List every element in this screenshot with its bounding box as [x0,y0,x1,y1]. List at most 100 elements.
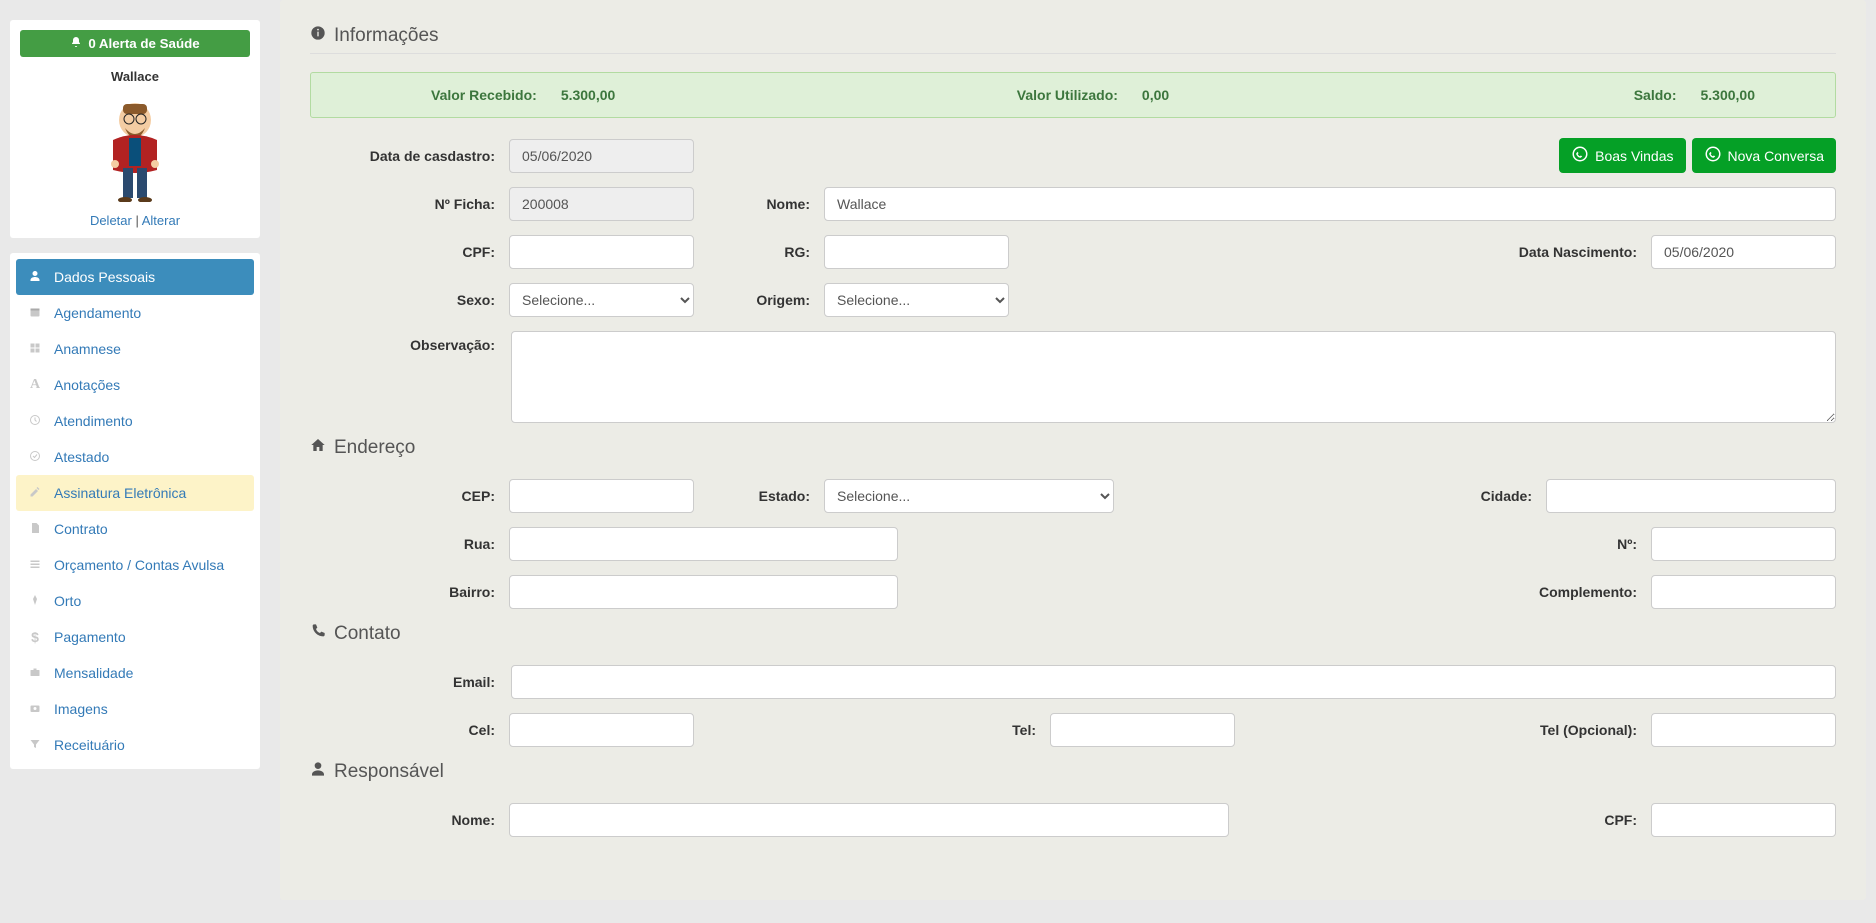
home-icon [310,437,326,459]
health-alert-label: 0 Alerta de Saúde [88,36,199,51]
ficha-input [509,187,694,221]
nav-atestado[interactable]: Atestado [16,439,254,475]
data-cadastro-label: Data de casdastro: [310,148,495,164]
briefcase-icon [28,665,42,681]
nav-mensalidade[interactable]: Mensalidade [16,655,254,691]
nav-anamnese[interactable]: Anamnese [16,331,254,367]
cidade-input[interactable] [1546,479,1836,513]
user-icon [310,761,326,783]
nav-label: Atendimento [54,413,133,429]
bell-icon [70,36,82,51]
complemento-input[interactable] [1651,575,1836,609]
numero-label: Nº: [1517,536,1637,552]
section-title: Responsável [334,761,444,783]
avatar-change-link[interactable]: Alterar [142,213,180,228]
saldo-value: 5.300,00 [1700,87,1755,103]
nav-label: Agendamento [54,305,141,321]
cel-input[interactable] [509,713,694,747]
nav-atendimento[interactable]: Atendimento [16,403,254,439]
nav-agendamento[interactable]: Agendamento [16,295,254,331]
obs-label: Observação: [310,331,495,353]
nav-receituario[interactable]: Receituário [16,727,254,763]
sexo-select[interactable]: Selecione... [509,283,694,317]
resp-cpf-input[interactable] [1651,803,1836,837]
calendar-icon [28,305,42,321]
cpf-input[interactable] [509,235,694,269]
filter-icon [28,737,42,753]
nova-conversa-button[interactable]: Nova Conversa [1692,138,1837,173]
health-alert-button[interactable]: 0 Alerta de Saúde [20,30,250,57]
section-title: Endereço [334,437,415,459]
estado-select[interactable]: Selecione... [824,479,1114,513]
sidebar: 0 Alerta de Saúde Wallace [10,0,260,900]
rg-input[interactable] [824,235,1009,269]
received-value: 5.300,00 [561,87,616,103]
nav-label: Atestado [54,449,109,465]
used-label: Valor Utilizado: [1017,87,1118,103]
avatar-delete-link[interactable]: Deletar [90,213,132,228]
section-endereco: Endereço [310,437,1836,465]
pencil-icon [28,485,42,501]
tel-label: Tel: [976,722,1036,738]
nav-label: Pagamento [54,629,126,645]
phone-icon [310,623,326,645]
email-label: Email: [310,674,495,690]
estado-label: Estado: [710,488,810,504]
nav-orcamento[interactable]: Orçamento / Contas Avulsa [16,547,254,583]
avatar [20,92,250,205]
nasc-label: Data Nascimento: [1477,244,1637,260]
origem-select[interactable]: Selecione... [824,283,1009,317]
nasc-input[interactable] [1651,235,1836,269]
received-label: Valor Recebido: [431,87,537,103]
nav-label: Dados Pessoais [54,269,155,285]
nav-anotacoes[interactable]: A Anotações [16,367,254,403]
nav-dados-pessoais[interactable]: Dados Pessoais [16,259,254,295]
numero-input[interactable] [1651,527,1836,561]
check-icon [28,449,42,465]
nav-label: Anotações [54,377,120,393]
complemento-label: Complemento: [1517,584,1637,600]
rua-label: Rua: [310,536,495,552]
list-icon [28,557,42,573]
nome-label: Nome: [710,196,810,212]
grid-icon [28,341,42,357]
camera-icon [28,701,42,717]
nav-label: Orçamento / Contas Avulsa [54,557,224,573]
clock-icon [28,413,42,429]
nav-pagamento[interactable]: $ Pagamento [16,619,254,655]
resp-nome-input[interactable] [509,803,1229,837]
whatsapp-icon [1571,145,1589,166]
info-icon [310,25,326,47]
nav-contrato[interactable]: Contrato [16,511,254,547]
dollar-icon: $ [28,629,42,645]
email-input[interactable] [511,665,1836,699]
nome-input[interactable] [824,187,1836,221]
cel-label: Cel: [310,722,495,738]
tel2-label: Tel (Opcional): [1517,722,1637,738]
used-value: 0,00 [1142,87,1169,103]
section-contato: Contato [310,623,1836,651]
tel2-input[interactable] [1651,713,1836,747]
tel-input[interactable] [1050,713,1235,747]
nav-imagens[interactable]: Imagens [16,691,254,727]
doc-icon [28,521,42,537]
section-title: Informações [334,25,439,47]
boas-vindas-button[interactable]: Boas Vindas [1559,138,1685,173]
nav-label: Imagens [54,701,108,717]
main-content: Informações Valor Recebido: 5.300,00 Val… [280,0,1866,900]
rua-input[interactable] [509,527,898,561]
bairro-label: Bairro: [310,584,495,600]
avatar-actions: Deletar | Alterar [20,213,250,228]
user-icon [28,269,42,285]
cep-input[interactable] [509,479,694,513]
resp-nome-label: Nome: [310,812,495,828]
bairro-input[interactable] [509,575,898,609]
nav-assinatura-eletronica[interactable]: Assinatura Eletrônica [16,475,254,511]
nav-label: Anamnese [54,341,121,357]
nav-orto[interactable]: Orto [16,583,254,619]
data-cadastro-input [509,139,694,173]
obs-textarea[interactable] [511,331,1836,423]
origem-label: Origem: [710,292,810,308]
section-title: Contato [334,623,401,645]
patient-card: 0 Alerta de Saúde Wallace [10,20,260,238]
